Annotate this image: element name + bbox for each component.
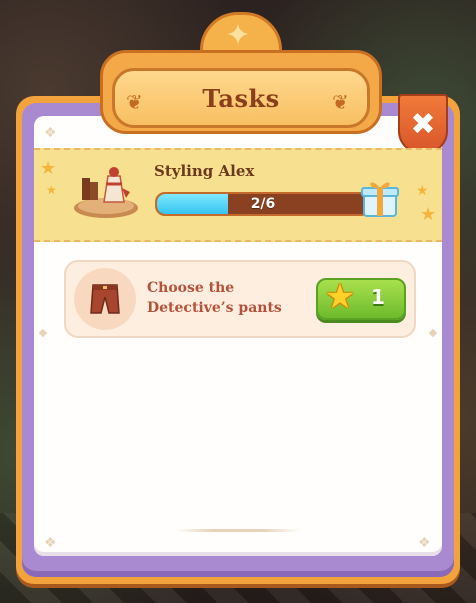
gift-box-icon[interactable] — [360, 176, 400, 218]
task-description-line1: Choose the — [147, 280, 235, 296]
banner-star-icon: ★ — [46, 183, 57, 197]
close-icon: ✖ — [410, 106, 436, 142]
close-button[interactable]: ✖ — [398, 94, 448, 154]
task-progress-bar: 2/6 — [155, 192, 371, 216]
pants-icon — [90, 284, 120, 314]
task-icon-badge — [74, 268, 136, 330]
task-description-line2: Detective’s pants — [147, 300, 282, 316]
scroll-ornament-icon: ❦ — [332, 90, 349, 114]
task-group-title: Styling Alex — [154, 162, 255, 180]
corner-ornament-icon: ❖ — [418, 535, 431, 551]
corner-ornament-icon: ❖ — [44, 535, 57, 551]
reward-count: 1 — [371, 285, 385, 309]
dress-mannequin-icon — [72, 158, 140, 220]
bottom-ornament — [176, 529, 300, 532]
task-progress-text: 2/6 — [250, 196, 276, 212]
dialog-title: Tasks — [202, 83, 280, 113]
star-icon: ★ — [324, 277, 356, 317]
corner-ornament-icon: ❖ — [44, 125, 57, 141]
banner-star-icon: ★ — [420, 204, 437, 225]
task-description: Choose the Detective’s pants — [147, 278, 307, 318]
crest-star-icon: ✦ — [225, 18, 251, 53]
scroll-ornament-icon: ❦ — [126, 90, 143, 114]
banner-star-icon: ★ — [416, 183, 429, 199]
banner-star-icon: ★ — [40, 158, 57, 179]
